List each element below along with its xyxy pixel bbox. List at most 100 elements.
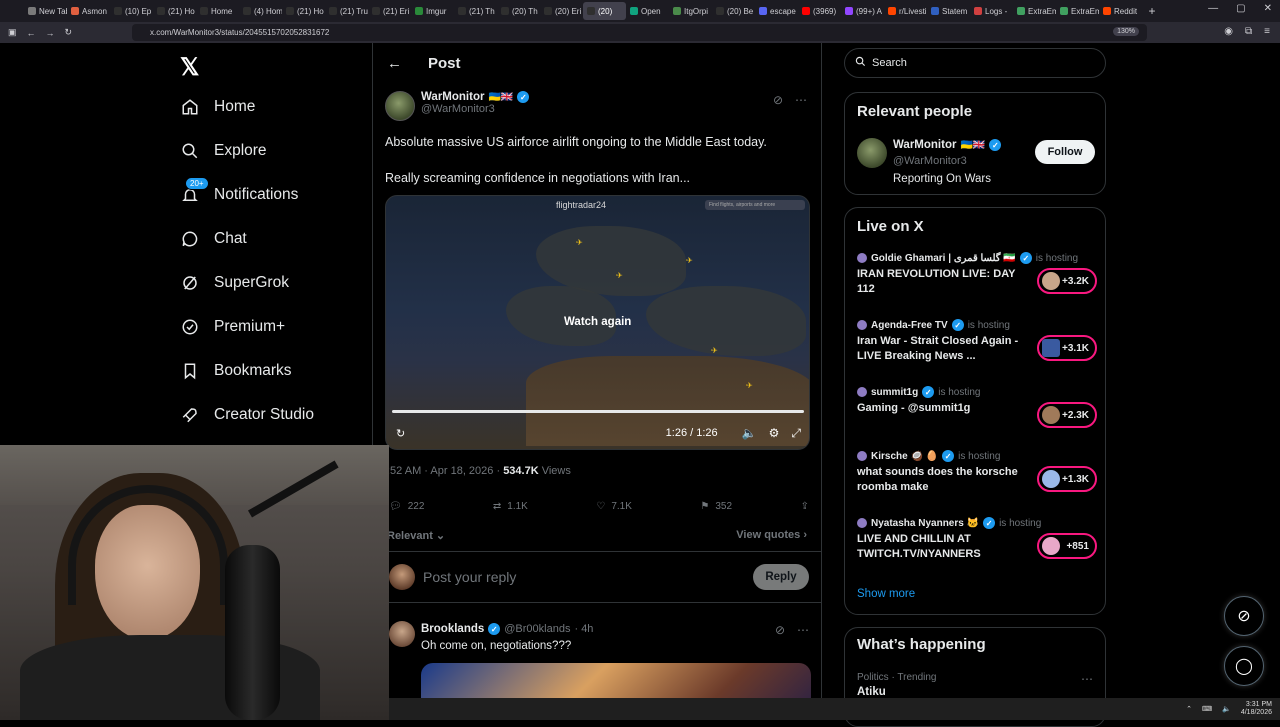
browser-tab[interactable]: Asmon (67, 2, 110, 20)
nav-creator-studio[interactable]: Creator Studio (180, 405, 314, 425)
more-icon[interactable]: ⋯ (795, 93, 807, 107)
browser-tab[interactable]: (20) Be (712, 2, 755, 20)
author-name-row[interactable]: WarMonitor 🇺🇦🇬🇧 ✓ (421, 91, 530, 103)
browser-tab[interactable]: (99+) A (841, 2, 884, 20)
extensions-icon[interactable]: ⧉ (1245, 26, 1252, 37)
live-item[interactable]: Agenda-Free TV ✓ is hosting Iran War - Str… (857, 319, 1097, 362)
bookmark-action[interactable]: ⚑ 352 (700, 501, 732, 512)
forward-icon[interactable]: → (46, 28, 55, 38)
nav-supergrok[interactable]: SuperGrok (180, 273, 289, 293)
live-item[interactable]: Kirsche 🥥 🥚 ✓ is hosting what sounds does … (857, 450, 1097, 493)
reply-input[interactable]: Post your reply (423, 569, 516, 585)
more-icon[interactable]: ⋯ (1081, 672, 1093, 686)
browser-tab[interactable]: (21) Ho (153, 2, 196, 20)
follow-button[interactable]: Follow (1035, 140, 1095, 164)
live-listeners-pill[interactable]: +2.3K (1037, 402, 1097, 428)
account-icon[interactable]: ◉ (1224, 26, 1233, 37)
volume-icon[interactable]: 🔈 (1222, 705, 1231, 713)
browser-tab[interactable]: (20) Eri (540, 2, 583, 20)
browser-tab[interactable]: ItgOrpi (669, 2, 712, 20)
replay-icon[interactable]: ↻ (396, 427, 405, 440)
comment-avatar[interactable] (389, 621, 415, 647)
browser-tab[interactable]: Statem (927, 2, 970, 20)
reply-composer: Post your reply Reply (373, 551, 821, 603)
browser-tab[interactable]: Logs - (970, 2, 1013, 20)
back-arrow-icon[interactable]: ← (387, 55, 402, 72)
person-name-row[interactable]: WarMonitor 🇺🇦🇬🇧 ✓ (893, 139, 1002, 151)
zoom-level[interactable]: 130% (1113, 27, 1139, 36)
browser-tab[interactable]: ExtraEm (1013, 2, 1056, 20)
live-item[interactable]: Nyatasha Nyanners 🐱 ✓ is hosting LIVE AND … (857, 517, 1097, 560)
nav-notifications[interactable]: 20+ Notifications (180, 177, 298, 205)
trend-term[interactable]: Atiku (857, 686, 886, 698)
live-listeners-pill[interactable]: +1.3K (1037, 466, 1097, 492)
browser-tab[interactable]: ExtraEm (1056, 2, 1099, 20)
reload-icon[interactable]: ↻ (65, 27, 73, 38)
author-avatar[interactable] (385, 91, 415, 121)
view-quotes-link[interactable]: View quotes › (736, 529, 807, 541)
author-handle[interactable]: @WarMonitor3 (421, 103, 529, 115)
browser-tab[interactable]: (20) Th (497, 2, 540, 20)
browser-tab[interactable]: (20) (583, 2, 626, 20)
comment-author[interactable]: Brooklands ✓ @Br00klands · 4h (421, 623, 593, 635)
nav-premium[interactable]: Premium+ (180, 317, 285, 337)
grok-icon[interactable]: ⊘ (773, 93, 783, 107)
browser-tab[interactable]: Imgur (411, 2, 454, 20)
nav-explore[interactable]: Explore (180, 141, 267, 161)
tray-chevron-icon[interactable]: ⌃ (1186, 705, 1192, 713)
browser-tab[interactable]: r/Livesti (884, 2, 927, 20)
reply-button[interactable]: Reply (753, 564, 809, 590)
fullscreen-icon[interactable]: ⤢ (791, 426, 801, 441)
watch-again-overlay[interactable]: Watch again (564, 316, 631, 328)
browser-tab[interactable]: Reddit (1099, 2, 1142, 20)
show-more-link[interactable]: Show more (857, 588, 915, 600)
nav-chat[interactable]: Chat (180, 229, 247, 249)
person-avatar[interactable] (857, 138, 887, 168)
post-timestamp[interactable]: :52 AM · Apr 18, 2026 · (387, 465, 503, 477)
browser-tab[interactable]: (21) Ho (282, 2, 325, 20)
person-handle[interactable]: @WarMonitor3 (893, 155, 967, 167)
x-logo-icon[interactable]: 𝕏 (180, 53, 199, 82)
live-item[interactable]: Goldie Ghamari | گلسا قمری 🇮🇷 ✓ is hosting… (857, 252, 1097, 295)
browser-tab[interactable]: (21) Tru (325, 2, 368, 20)
post-video[interactable]: flightradar24 Find flights, airports and… (385, 195, 810, 450)
url-bar[interactable]: x.com/WarMonitor3/status/204551570205283… (132, 24, 1147, 41)
live-item[interactable]: summit1g ✓ is hosting Gaming - @summit1g +… (857, 386, 1097, 428)
live-listeners-pill[interactable]: +3.2K (1037, 268, 1097, 294)
browser-tab[interactable]: Open (626, 2, 669, 20)
video-progress-bar[interactable] (392, 410, 804, 413)
browser-tab[interactable]: (21) Eri (368, 2, 411, 20)
minimize-icon[interactable]: — (1208, 3, 1218, 14)
back-icon[interactable]: ← (27, 28, 36, 38)
settings-icon[interactable]: ⚙ (769, 426, 780, 440)
nav-home[interactable]: Home (180, 97, 255, 117)
close-icon[interactable]: ✕ (1264, 3, 1272, 14)
browser-tab[interactable]: (4) Hom (239, 2, 282, 20)
live-listeners-pill[interactable]: +3.1K (1037, 335, 1097, 361)
browser-tab[interactable]: (3969) (798, 2, 841, 20)
new-tab-icon[interactable]: + (1142, 4, 1162, 18)
sidebar-toggle-icon[interactable]: ▣ (8, 27, 17, 38)
clock[interactable]: 3:31 PM 4/18/2026 (1241, 701, 1272, 716)
share-icon[interactable]: ⇪ (801, 501, 809, 512)
messages-fab-icon[interactable]: ◯ (1224, 646, 1264, 686)
more-icon[interactable]: ⋯ (797, 623, 809, 637)
live-listeners-pill[interactable]: +851 (1037, 533, 1097, 559)
browser-tab[interactable]: (10) Ep (110, 2, 153, 20)
grok-fab-icon[interactable]: ⊘ (1224, 596, 1264, 636)
browser-tab[interactable]: New Tab (24, 2, 67, 20)
menu-icon[interactable]: ≡ (1264, 26, 1270, 37)
nav-bookmarks[interactable]: Bookmarks (180, 361, 292, 381)
browser-tab[interactable]: Home (196, 2, 239, 20)
sort-relevant-dropdown[interactable]: Relevant ⌄ (387, 529, 445, 542)
browser-tab[interactable]: (21) Th (454, 2, 497, 20)
reply-action[interactable]: 💬︎ 222 (389, 501, 424, 512)
maximize-icon[interactable]: ▢ (1236, 3, 1245, 14)
volume-icon[interactable]: 🔈 (742, 426, 757, 440)
network-icon[interactable]: ⌨ (1202, 705, 1212, 713)
grok-icon[interactable]: ⊘ (775, 623, 785, 637)
repost-action[interactable]: ⇄ 1.1K (493, 501, 528, 512)
browser-tab[interactable]: escape (755, 2, 798, 20)
search-input[interactable]: Search (844, 48, 1106, 78)
like-action[interactable]: ♡ 7.1K (596, 501, 632, 512)
